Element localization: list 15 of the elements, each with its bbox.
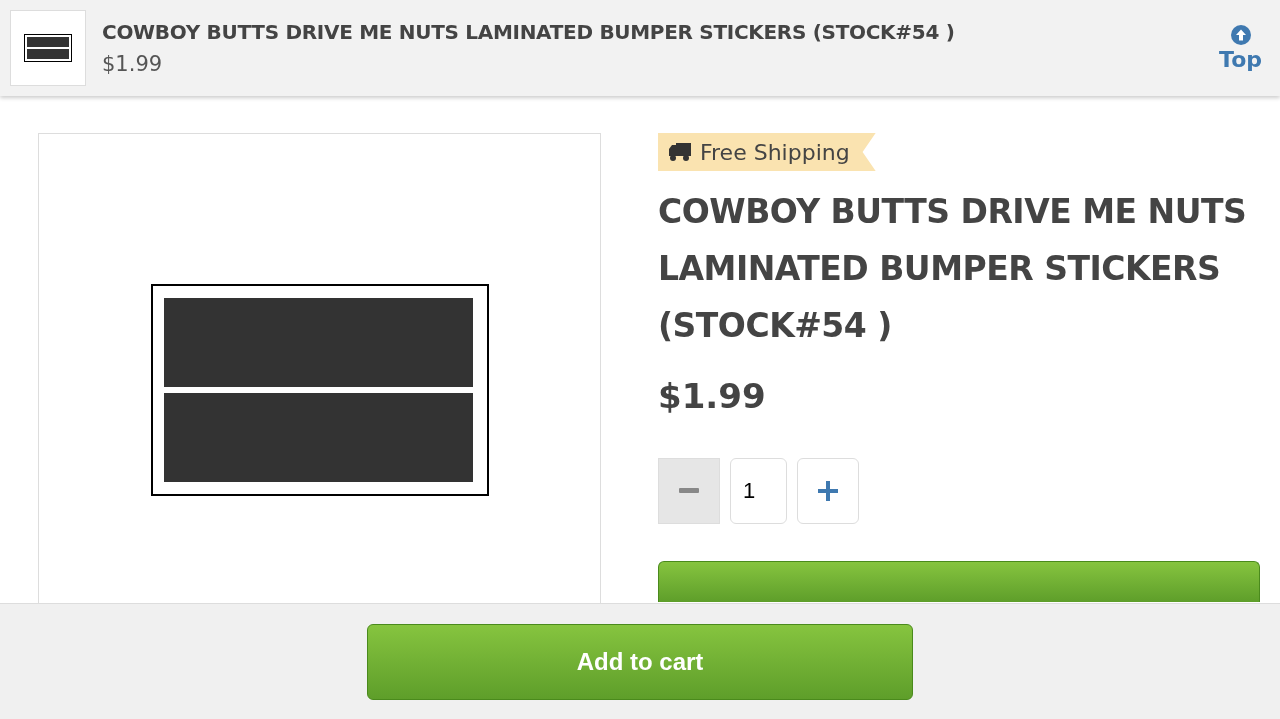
header-price: $1.99	[102, 52, 164, 76]
truck-icon	[668, 142, 692, 162]
minus-icon	[679, 488, 699, 494]
sticker-thumbnail-drawing	[24, 34, 72, 62]
header-product-title: COWBOY BUTTS DRIVE ME NUTS LAMINATED BUMPER STICKERS (STOCK#54 )	[102, 20, 956, 44]
increase-quantity-button[interactable]	[797, 458, 859, 524]
product-price: $1.99	[658, 376, 766, 416]
badge-text: Free Shipping	[700, 139, 850, 165]
add-to-cart-button[interactable]: Add to cart	[367, 624, 913, 700]
product-title: COWBOY BUTTS DRIVE ME NUTS LAMINATED BUMPER STICKERS (STOCK#54 )	[658, 191, 1248, 347]
add-to-cart-button[interactable]	[658, 561, 1260, 602]
up-arrow-circle-icon	[1230, 24, 1251, 45]
plus-icon	[818, 481, 838, 501]
quantity-input[interactable]: 1	[730, 458, 787, 524]
top-link[interactable]: Top	[1219, 24, 1262, 72]
